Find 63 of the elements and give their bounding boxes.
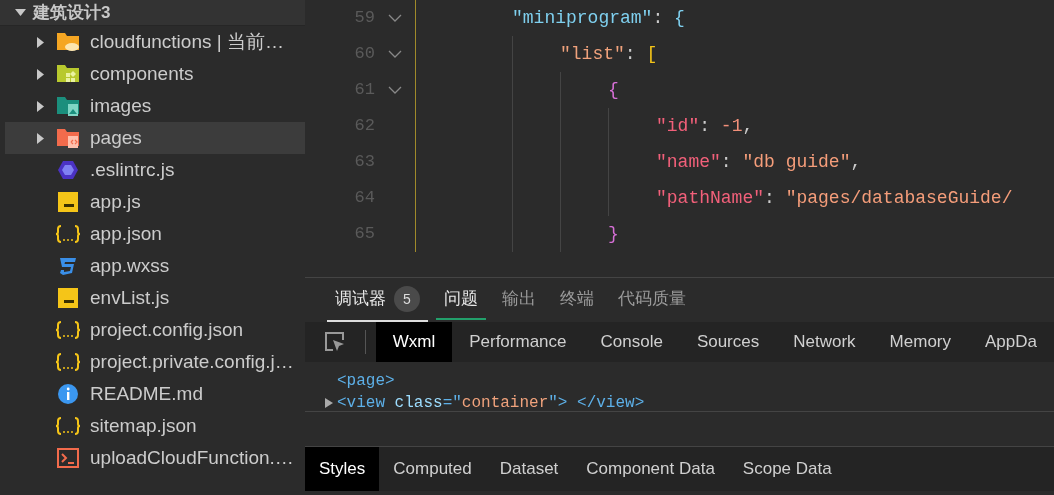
panel-tab[interactable]: 输出 (494, 278, 544, 322)
fold-chevron-icon[interactable] (388, 86, 402, 94)
expand-arrow-icon[interactable] (36, 36, 45, 48)
panel-tab[interactable]: 终端 (552, 278, 602, 322)
styles-tab[interactable]: Styles (305, 447, 380, 491)
devtools-tab[interactable]: Sources (679, 322, 777, 362)
css-file-icon (58, 256, 78, 276)
code-folder-icon (56, 127, 80, 149)
code-line: "list": [ (560, 42, 658, 66)
devtools-tab[interactable]: Performance (452, 322, 584, 362)
devtools-tab[interactable]: Console (583, 322, 680, 362)
code-line: } (608, 222, 619, 246)
wxml-node[interactable]: <page> (337, 370, 395, 392)
file-tree-item[interactable]: app.js (5, 186, 305, 218)
terminal-icon (57, 448, 79, 468)
fold-chevron-icon[interactable] (388, 14, 402, 22)
file-tree-item[interactable]: sitemap.json (5, 410, 305, 442)
code-line: "name": "db guide", (656, 150, 862, 174)
file-tree-item[interactable]: project.private.config.j… (5, 346, 305, 378)
code-line: { (608, 78, 619, 102)
braces-icon (55, 416, 81, 436)
wxml-node[interactable]: <view class="container"> </view> (337, 392, 645, 411)
expand-arrow-icon[interactable] (36, 68, 45, 80)
panel-tab[interactable]: 代码质量 (610, 278, 694, 322)
file-tree-item[interactable]: images (5, 90, 305, 122)
info-icon (58, 384, 78, 404)
file-tree-item[interactable]: README.md (5, 378, 305, 410)
file-tree-item[interactable]: .eslintrc.js (5, 154, 305, 186)
devtools-tab[interactable]: AppDa (968, 322, 1054, 362)
image-folder-icon (56, 95, 80, 117)
expand-arrow-icon[interactable] (325, 398, 333, 408)
devtools-tab[interactable]: Memory (872, 322, 968, 362)
cloud-folder-icon (56, 31, 80, 53)
file-tree-item[interactable]: uploadCloudFunction.… (5, 442, 305, 474)
code-line: "pathName": "pages/databaseGuide/ (656, 186, 1013, 210)
inspect-element-icon[interactable] (324, 331, 346, 353)
caret-icon[interactable] (15, 8, 26, 17)
styles-tab[interactable]: Component Data (572, 447, 729, 491)
file-tree-item[interactable]: components (5, 58, 305, 90)
file-tree-item[interactable]: app.json (5, 218, 305, 250)
file-tree-item[interactable]: pages (5, 122, 305, 154)
project-header[interactable]: 建筑设计3 (0, 0, 305, 26)
braces-icon (55, 224, 81, 244)
file-tree-item[interactable]: envList.js (5, 282, 305, 314)
styles-tab[interactable]: Dataset (485, 447, 573, 491)
devtools-tab[interactable]: Wxml (375, 322, 453, 362)
expand-arrow-icon[interactable] (36, 100, 45, 112)
fold-chevron-icon[interactable] (388, 50, 402, 58)
components-folder-icon (56, 63, 80, 85)
expand-arrow-icon[interactable] (36, 132, 45, 144)
count-badge: 5 (394, 286, 420, 312)
styles-tab[interactable]: Computed (379, 447, 486, 491)
panel-tab[interactable]: 问题 (436, 278, 486, 322)
file-tree-item[interactable]: project.config.json (5, 314, 305, 346)
code-line: "miniprogram": { (512, 6, 685, 30)
code-line: "id": -1, (656, 114, 754, 138)
file-tree-item[interactable]: app.wxss (5, 250, 305, 282)
braces-icon (55, 352, 81, 372)
devtools-tab[interactable]: Network (776, 322, 873, 362)
file-tree-item[interactable]: cloudfunctions | 当前… (5, 26, 305, 58)
braces-icon (55, 320, 81, 340)
hexagon-icon (57, 159, 79, 181)
styles-tab[interactable]: Scope Data (728, 447, 846, 491)
